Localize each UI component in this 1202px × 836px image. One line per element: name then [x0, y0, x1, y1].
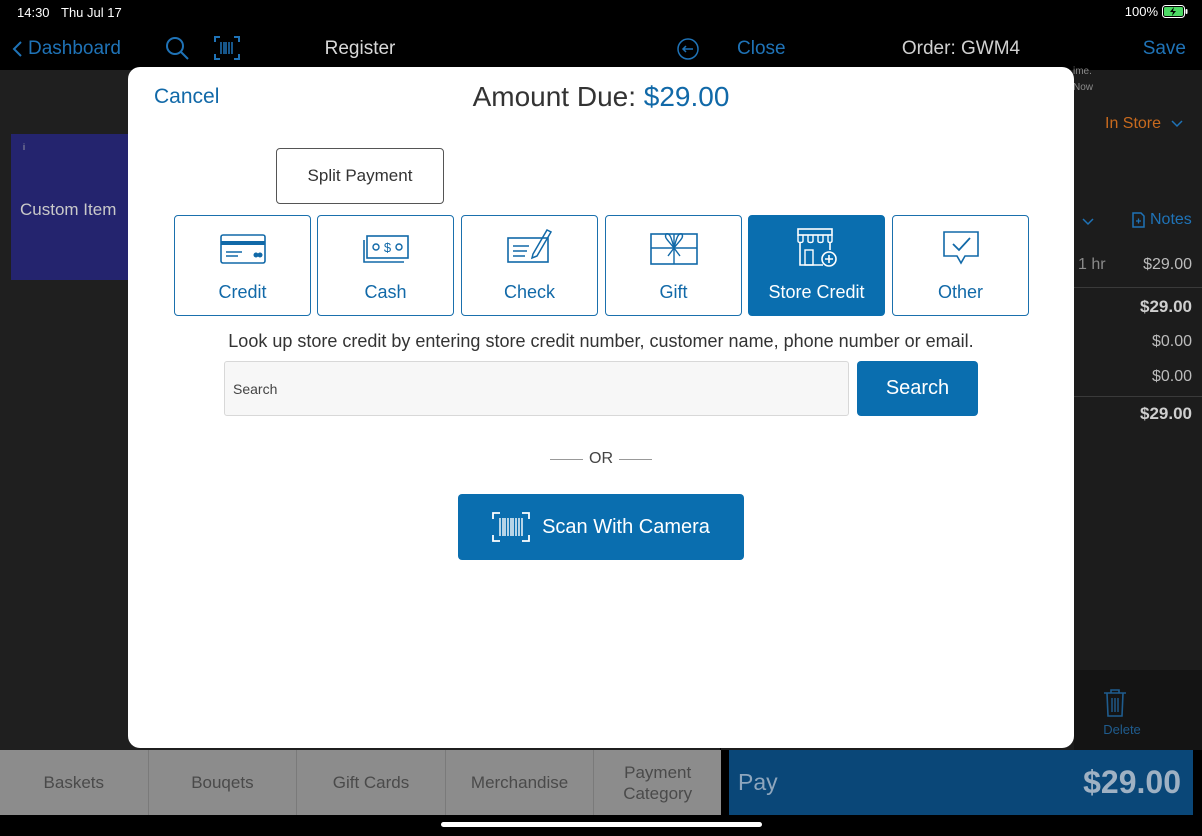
- fulfillment-value: In Store: [1105, 115, 1162, 132]
- order-items-header: Notes: [1074, 205, 1202, 237]
- search-button[interactable]: Search: [857, 361, 978, 416]
- total-value: $29.00: [1140, 404, 1192, 423]
- pay-button[interactable]: Pay $29.00: [729, 750, 1193, 815]
- amount-due-value: $29.00: [643, 81, 730, 112]
- or-label: OR: [589, 450, 613, 467]
- notes-label: Notes: [1150, 211, 1192, 228]
- chevron-down-icon[interactable]: [1082, 211, 1094, 231]
- category-gift-cards[interactable]: Gift Cards: [297, 750, 446, 815]
- battery-percent: 100%: [1124, 4, 1158, 19]
- status-bar: 14:30 Thu Jul 17 100%: [0, 0, 1202, 26]
- method-store-credit[interactable]: Store Credit: [748, 215, 885, 316]
- or-separator: OR: [550, 450, 652, 468]
- tax-row: $0.00: [1074, 324, 1202, 360]
- cash-icon: $: [362, 235, 409, 263]
- gift-icon: [649, 233, 698, 265]
- category-merchandise[interactable]: Merchandise: [446, 750, 595, 815]
- custom-item-tile[interactable]: i Custom Item: [11, 134, 129, 280]
- payment-modal: Cancel Amount Due: $29.00 Split Payment …: [128, 67, 1074, 748]
- search-icon[interactable]: [164, 35, 190, 61]
- discount-value: $0.00: [1151, 368, 1192, 385]
- lookup-instructions: Look up store credit by entering store c…: [228, 331, 974, 351]
- scan-with-camera-button[interactable]: Scan With Camera: [458, 494, 744, 560]
- method-other[interactable]: Other: [892, 215, 1029, 316]
- svg-text:$: $: [383, 240, 391, 255]
- method-store-credit-label: Store Credit: [768, 282, 865, 302]
- home-indicator[interactable]: [441, 822, 762, 827]
- delivery-time-label: ime.: [1073, 66, 1092, 77]
- category-baskets[interactable]: Baskets: [0, 750, 149, 815]
- notes-icon: [1132, 212, 1145, 228]
- custom-item-label: Custom Item: [20, 200, 117, 219]
- amount-due: Amount Due: $29.00: [128, 81, 1074, 113]
- delivery-time-value: Now: [1073, 82, 1094, 93]
- split-payment-button[interactable]: Split Payment: [276, 148, 444, 204]
- discount-row: $0.00: [1074, 359, 1202, 395]
- info-icon[interactable]: i: [23, 142, 25, 152]
- fulfillment-select[interactable]: In Store: [1105, 115, 1183, 133]
- battery-icon: [1162, 5, 1188, 18]
- scan-label: Scan With Camera: [542, 515, 710, 538]
- amount-due-label: Amount Due:: [472, 81, 644, 112]
- subtotal-value: $29.00: [1140, 297, 1192, 316]
- method-check[interactable]: Check: [461, 215, 598, 316]
- credit-card-icon: [219, 234, 266, 264]
- other-icon: [942, 231, 979, 265]
- dashboard-back-button[interactable]: Dashboard: [12, 38, 121, 60]
- order-line-item[interactable]: 1 hr $29.00: [1074, 247, 1202, 283]
- category-bouqets[interactable]: Bouqets: [149, 750, 298, 815]
- store-icon: [796, 228, 837, 267]
- separator-line: [619, 458, 652, 460]
- logout-icon[interactable]: [676, 37, 700, 61]
- method-other-label: Other: [937, 282, 984, 302]
- category-payment[interactable]: Payment Category: [594, 750, 721, 815]
- category-bar: Baskets Bouqets Gift Cards Merchandise P…: [0, 750, 721, 815]
- check-icon: [506, 229, 552, 263]
- status-date: Thu Jul 17: [61, 5, 122, 20]
- order-nav: Close Order: GWM4 Save: [721, 26, 1202, 70]
- line-item-qty: 1 hr: [1078, 256, 1106, 273]
- method-credit[interactable]: Credit: [174, 215, 311, 316]
- barcode-scan-icon[interactable]: [214, 36, 240, 60]
- separator-line: [550, 458, 583, 460]
- register-nav: Dashboard Register: [0, 26, 720, 70]
- method-credit-label: Credit: [218, 282, 267, 302]
- pay-total: $29.00: [1083, 764, 1181, 800]
- method-gift-label: Gift: [659, 282, 688, 302]
- line-item-price: $29.00: [1143, 256, 1192, 273]
- store-credit-search-input[interactable]: [224, 361, 849, 416]
- delivery-time[interactable]: ime. Now: [1073, 64, 1093, 96]
- method-cash-label: Cash: [364, 282, 407, 302]
- chevron-down-icon: [1171, 120, 1183, 128]
- total-row: $29.00: [1074, 395, 1202, 431]
- pay-label: Pay: [738, 769, 778, 795]
- trash-icon: [1104, 689, 1126, 717]
- save-button[interactable]: Save: [1143, 38, 1186, 60]
- subtotal-row: $29.00: [1074, 288, 1202, 324]
- close-button[interactable]: Close: [737, 38, 786, 60]
- status-time: 14:30: [17, 5, 50, 20]
- dashboard-label: Dashboard: [28, 38, 121, 59]
- method-cash[interactable]: $ Cash: [317, 215, 454, 316]
- battery-indicator: 100%: [1125, 4, 1188, 19]
- method-gift[interactable]: Gift: [605, 215, 742, 316]
- register-title: Register: [324, 38, 396, 59]
- delete-button[interactable]: Delete: [1074, 670, 1202, 750]
- order-title: Order: GWM4: [901, 38, 1021, 59]
- tax-value: $0.00: [1151, 333, 1192, 350]
- barcode-icon: [492, 512, 530, 542]
- delete-label: Delete: [1103, 722, 1141, 737]
- chevron-left-icon: [12, 41, 22, 57]
- method-check-label: Check: [503, 282, 556, 302]
- notes-button[interactable]: Notes: [1132, 211, 1192, 229]
